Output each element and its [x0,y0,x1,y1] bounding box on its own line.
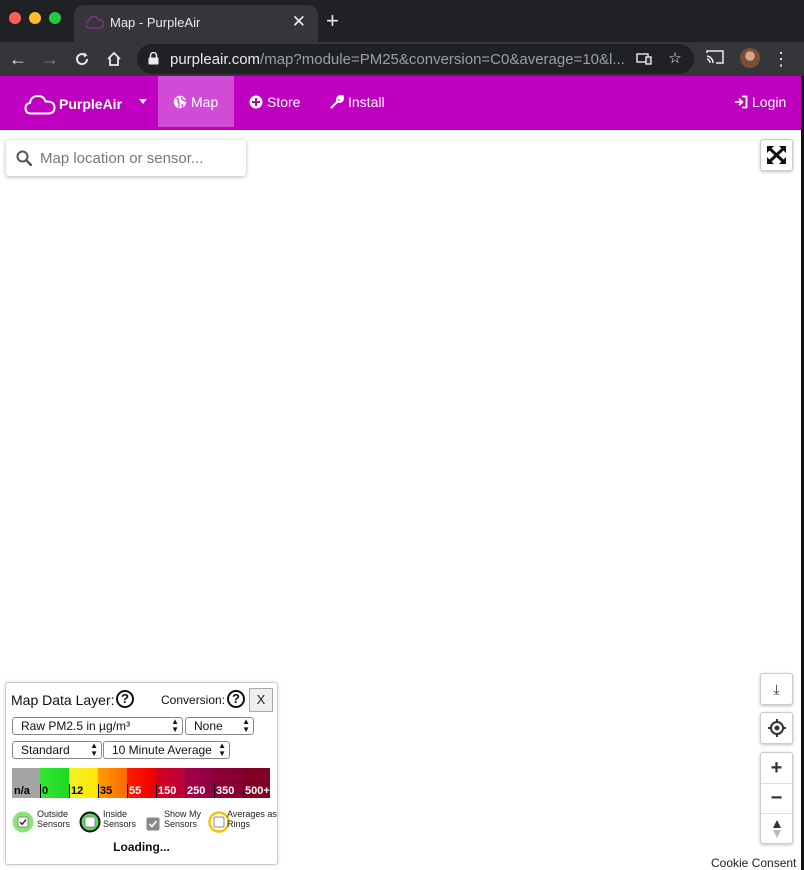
cloud-logo-icon [24,94,56,115]
select-arrows-icon: ▲ ▼ [242,717,250,734]
conversion-select[interactable]: None ▲ ▼ [185,717,254,735]
cast-icon[interactable] [705,47,725,67]
download-button[interactable]: ⤓ [760,673,793,705]
show-my-sensors-label: Show My Sensors [164,809,202,829]
cookie-consent-link[interactable]: Cookie Consent [711,856,796,870]
lock-icon [148,52,159,65]
home-icon[interactable] [102,47,126,71]
average-select-value: 10 Minute Average [112,743,212,757]
scale-band-350: 350 [214,768,243,798]
download-icon: ⤓ [773,680,780,697]
reload-icon[interactable] [70,47,94,71]
search-icon [16,150,32,166]
locate-me-button[interactable] [760,712,793,744]
scale-band-55: 55 [127,768,156,798]
url-text: purpleair.com/map?module=PM25&conversion… [170,51,625,68]
tab-close-icon[interactable]: ✕ [292,12,306,32]
color-scheme-select[interactable]: Standard ▲ ▼ [12,741,102,759]
scale-band-35: 35 [98,768,127,798]
loading-status: Loading... [113,840,170,854]
window-zoom-button[interactable] [49,12,61,24]
browser-menu-icon[interactable]: ⋮ [772,47,790,71]
back-icon[interactable]: ← [6,47,30,71]
select-arrows-icon: ▲ ▼ [90,741,98,758]
scale-band-0: 0 [40,768,69,798]
bookmark-star-icon[interactable]: ☆ [665,49,685,69]
show-my-sensors-checkbox-icon [146,817,160,831]
wrench-icon [330,94,344,109]
nav-install-label: Install [348,93,385,110]
compass-reset-button[interactable] [761,813,792,843]
select-arrows-icon: ▲ ▼ [171,717,179,734]
zoom-in-button[interactable]: + [761,753,792,783]
compass-icon [772,819,781,838]
averages-as-rings-label: Averages as Rings [227,809,277,829]
globe-icon [173,95,187,108]
fullscreen-button[interactable] [760,139,793,171]
scale-band-12: 12 [69,768,98,798]
site-navbar: PurpleAir Map Store Install Login [0,76,801,130]
purpleair-favicon-icon [86,15,104,29]
tab-title: Map - PurpleAir [110,15,201,30]
browser-toolbar: ← → purpleair.com/map?module=PM25&conver… [0,42,804,76]
install-app-icon[interactable] [634,49,654,69]
select-arrows-icon: ▲ ▼ [218,741,226,758]
nav-map[interactable]: Map [158,76,234,127]
inside-sensor-checkbox-icon [79,811,101,833]
map-search [6,140,246,176]
conversion-help-icon[interactable]: ? [227,690,245,708]
close-panel-button[interactable]: X [249,688,273,712]
nav-store-label: Store [267,93,301,110]
scale-band-250: 250 [185,768,214,798]
conversion-label: Conversion: [161,693,226,707]
browser-tab[interactable]: Map - PurpleAir ✕ [74,5,318,42]
scale-band-500: 500+ [243,768,270,798]
plus-circle-icon [249,95,263,108]
outside-sensor-checkbox-icon [12,811,34,833]
brand-logo[interactable]: PurpleAir [24,92,122,116]
conversion-select-value: None [194,719,223,733]
browser-tab-bar: Map - PurpleAir ✕ + [0,0,804,42]
map-data-layer-panel: Map Data Layer: ? Conversion: ? X Raw PM… [5,682,278,865]
expand-icon [766,145,787,165]
zoom-controls: + − [760,752,793,844]
average-select[interactable]: 10 Minute Average ▲ ▼ [103,741,230,759]
map-search-input[interactable] [40,147,240,169]
aqi-color-scale: n/a 0 12 35 55 150 250 350 500+ [12,768,270,798]
scale-band-150: 150 [156,768,185,798]
color-scheme-select-value: Standard [21,743,70,757]
brand-name: PurpleAir [59,96,123,112]
nav-login-label: Login [752,93,787,110]
zoom-out-button[interactable]: − [761,783,792,813]
brand-dropdown-icon[interactable] [139,99,147,104]
nav-login[interactable]: Login [734,76,786,127]
window-close-button[interactable] [9,12,21,24]
nav-install[interactable]: Install [330,76,385,127]
sign-in-icon [735,95,748,108]
data-layer-help-icon[interactable]: ? [116,690,134,708]
crosshair-icon [761,713,792,743]
nav-map-label: Map [191,93,219,110]
map-data-layer-label: Map Data Layer: [11,692,115,708]
data-layer-select[interactable]: Raw PM2.5 in µg/m³ ▲ ▼ [12,717,183,735]
profile-avatar[interactable] [740,48,760,68]
forward-icon[interactable]: → [38,47,62,71]
address-bar[interactable]: purpleair.com/map?module=PM25&conversion… [137,44,694,74]
data-layer-select-value: Raw PM2.5 in µg/m³ [21,719,130,733]
scale-band-na: n/a [12,768,40,798]
new-tab-button[interactable]: + [326,10,339,32]
window-minimize-button[interactable] [29,12,41,24]
nav-store[interactable]: Store [249,76,300,127]
